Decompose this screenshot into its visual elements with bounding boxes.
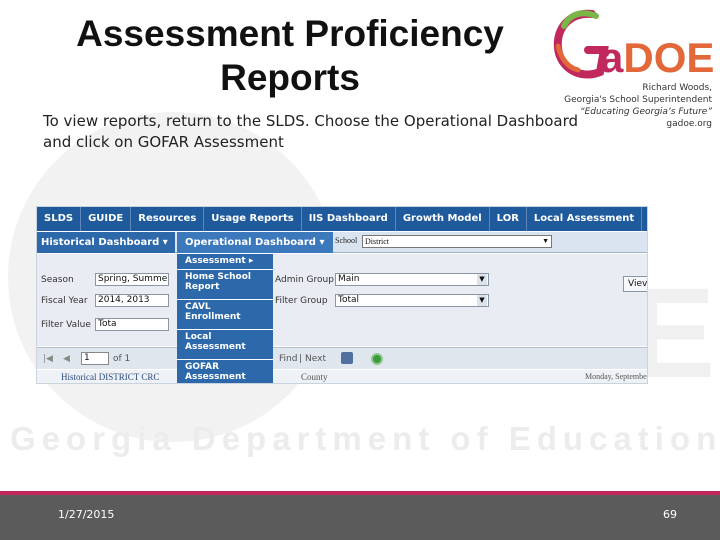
menu-item-gofar-assessment[interactable]: GOFAR Assessment xyxy=(177,360,273,383)
menu-item-cavl-enrollment[interactable]: CAVL Enrollment xyxy=(177,300,273,330)
nav-item-guide[interactable]: GUIDE xyxy=(81,207,132,231)
school-select[interactable]: District ▼ xyxy=(362,235,552,248)
slide-title-line2: Reports xyxy=(220,57,360,98)
report-title-text: Historical DISTRICT CRC xyxy=(61,372,160,382)
report-toolbar: |◀ ◀ 1 of 1 Find | Next xyxy=(37,347,647,370)
report-county-text: County xyxy=(301,372,328,382)
admin-group-label: Admin Group xyxy=(275,275,334,285)
admin-group-value: Main xyxy=(338,274,360,284)
report-date-text: Monday, September xyxy=(585,372,648,381)
admin-group-select[interactable]: Main ▼ xyxy=(335,273,489,286)
page-number: 69 xyxy=(663,508,677,521)
filter-value-label: Filter Value xyxy=(41,320,91,330)
filter-group-value: Total xyxy=(338,295,360,305)
prev-page-icon[interactable]: ◀ xyxy=(63,348,70,370)
filter-value-field[interactable]: Tota xyxy=(95,318,169,331)
instructions-text: To view reports, return to the SLDS. Cho… xyxy=(43,112,579,151)
nav-item-local-assessment[interactable]: Local Assessment xyxy=(527,207,643,231)
slds-screenshot: SLDS GUIDE Resources Usage Reports IIS D… xyxy=(36,206,648,384)
logo-letter-a: a xyxy=(600,34,624,81)
report-status-bar: Historical DISTRICT CRC County Monday, S… xyxy=(37,370,648,383)
menu-item-local-assessment[interactable]: Local Assessment xyxy=(177,330,273,360)
nav-item-iis-dashboard[interactable]: IIS Dashboard xyxy=(302,207,396,231)
nav-item-resources[interactable]: Resources xyxy=(131,207,205,231)
season-field[interactable]: Spring, Summer xyxy=(95,273,169,286)
first-page-icon[interactable]: |◀ xyxy=(43,348,53,370)
fiscal-year-field[interactable]: 2014, 2013 xyxy=(95,294,169,307)
view-report-button[interactable]: Viev xyxy=(623,276,647,292)
nav-item-lor[interactable]: LOR xyxy=(490,207,527,231)
export-icon[interactable] xyxy=(341,352,353,364)
filter-group-label: Filter Group xyxy=(275,296,328,306)
contact-role: Georgia's School Superintendent xyxy=(564,95,712,105)
logo-letters-doe: DOE xyxy=(623,34,715,81)
menu-item-assessment[interactable]: Assessment ▸ xyxy=(177,254,273,270)
page-count: of 1 xyxy=(113,354,131,364)
slide-title: Assessment Proficiency Reports xyxy=(40,12,540,100)
historical-dashboard-menu[interactable]: Historical Dashboard ▾ xyxy=(37,232,175,253)
slide-title-line1: Assessment Proficiency xyxy=(76,13,504,54)
menu-item-home-school-report[interactable]: Home School Report xyxy=(177,270,273,300)
page-number-input[interactable]: 1 xyxy=(81,352,109,365)
season-label: Season xyxy=(41,275,74,285)
school-label: School xyxy=(335,236,358,245)
refresh-icon[interactable] xyxy=(371,353,383,365)
fiscal-year-label: Fiscal Year xyxy=(41,296,88,306)
toolbar-separator: | xyxy=(299,354,303,364)
chevron-down-icon: ▼ xyxy=(542,237,549,245)
operational-dashboard-dropdown: Assessment ▸ Home School Report CAVL Enr… xyxy=(177,254,273,383)
find-link[interactable]: Find xyxy=(279,348,297,370)
top-nav: SLDS GUIDE Resources Usage Reports IIS D… xyxy=(37,207,647,231)
nav-item-slds[interactable]: SLDS xyxy=(37,207,82,231)
nav-item-pd[interactable]: PD xyxy=(642,207,647,231)
nav-item-usage-reports[interactable]: Usage Reports xyxy=(204,207,302,231)
nav-item-growth-model[interactable]: Growth Model xyxy=(396,207,490,231)
filter-group-select[interactable]: Total ▼ xyxy=(335,294,489,307)
contact-name: Richard Woods, xyxy=(642,83,712,93)
sub-nav: Historical Dashboard ▾ Operational Dashb… xyxy=(37,232,647,253)
logo-wordmark: aDOE xyxy=(600,34,714,82)
filter-panel: Season Spring, Summer Fiscal Year 2014, … xyxy=(37,254,647,346)
operational-dashboard-menu[interactable]: Operational Dashboard ▾ xyxy=(177,232,333,253)
school-select-value: District xyxy=(365,237,389,246)
contact-site: gadoe.org xyxy=(666,119,712,129)
chevron-down-icon: ▼ xyxy=(477,274,487,285)
watermark-text: Georgia Department of Education xyxy=(10,420,720,457)
footer-date: 1/27/2015 xyxy=(58,508,115,521)
contact-motto: “Educating Georgia’s Future” xyxy=(579,107,712,117)
contact-block: Richard Woods, Georgia's School Superint… xyxy=(532,82,712,130)
chevron-down-icon: ▼ xyxy=(477,295,487,306)
next-link[interactable]: Next xyxy=(305,348,326,370)
